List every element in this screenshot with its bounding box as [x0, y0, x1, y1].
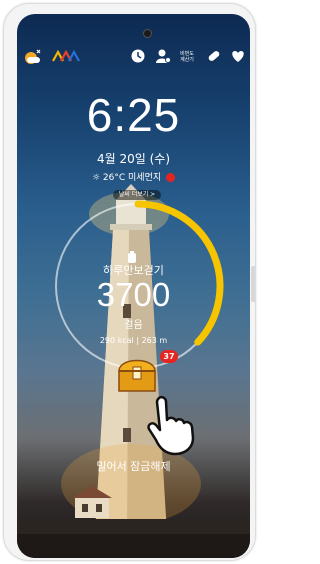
phone-frame: 비번도 계산기 6:25 4월 20일 (수) ☼ 26°C 미세먼지 날씨 더…: [3, 3, 256, 561]
front-camera: [143, 29, 152, 38]
treasure-chest-icon[interactable]: [113, 353, 161, 395]
bottom-shade: [17, 534, 250, 558]
steps-unit: 걸음: [124, 320, 143, 331]
side-button: [251, 266, 255, 302]
reward-badge: 37: [160, 350, 178, 363]
steps-detail: 290 kcal | 263 m: [99, 336, 168, 345]
lock-screen: 비번도 계산기 6:25 4월 20일 (수) ☼ 26°C 미세먼지 날씨 더…: [17, 14, 250, 558]
house-scenery: [72, 486, 112, 518]
steps-count: 3700: [96, 276, 171, 313]
tap-hand-icon: [147, 395, 195, 456]
swipe-to-unlock-text[interactable]: 밀어서 잠금해제: [17, 458, 250, 474]
